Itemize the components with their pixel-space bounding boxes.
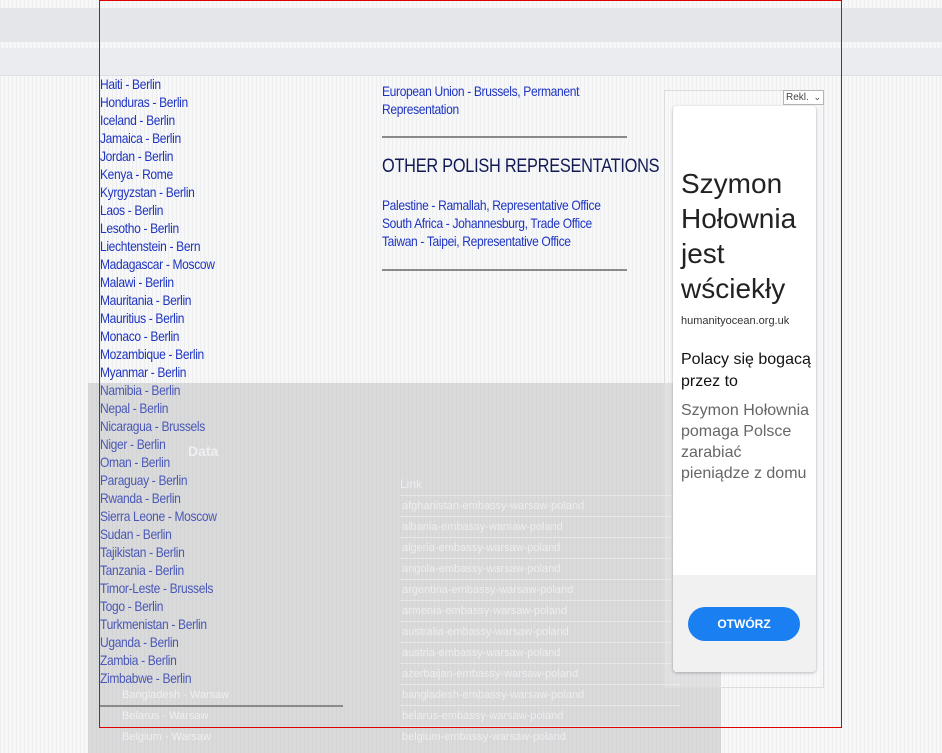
modal-link-row[interactable]: armenia-embassy-warsaw-poland — [400, 600, 680, 621]
modal-link-row[interactable]: austria-embassy-warsaw-poland — [400, 642, 680, 663]
country-link[interactable]: Monaco - Berlin — [100, 327, 324, 345]
country-link[interactable]: Jamaica - Berlin — [100, 129, 324, 147]
country-link[interactable]: Myanmar - Berlin — [100, 363, 324, 381]
eu-representation-link[interactable]: European Union - Brussels, Permanent Rep… — [382, 82, 631, 118]
ad-subhead: Polacy się bogacą przez to — [681, 351, 811, 390]
modal-link-rows: afghanistan-embassy-warsaw-poland albania… — [400, 495, 680, 747]
country-link[interactable]: Honduras - Berlin — [100, 93, 324, 111]
other-representation-link[interactable]: South Africa - Johannesburg, Trade Offic… — [382, 214, 597, 232]
ad-headline[interactable]: Szymon Hołownia jest wściekły — [681, 166, 816, 306]
modal-left-rows: Bangladesh - Warsaw Belarus - Warsaw Belgi… — [122, 685, 322, 748]
divider — [100, 705, 343, 707]
modal-link-row[interactable]: australia-embassy-warsaw-poland — [400, 621, 680, 642]
chevron-down-icon: ⌄ — [813, 92, 821, 102]
data-modal-overlay: × Data Link afghanistan-embassy-warsaw-p… — [88, 383, 721, 753]
country-link[interactable]: Malawi - Berlin — [100, 273, 324, 291]
section-title: OTHER POLISH REPRESENTATIONS — [382, 156, 660, 177]
other-representation-link[interactable]: Taiwan - Taipei, Representative Office — [382, 232, 597, 250]
other-representations-list: Palestine - Ramallah, Representative Off… — [382, 196, 632, 250]
modal-link-row[interactable]: argentina-embassy-warsaw-poland — [400, 579, 680, 600]
ad-card[interactable]: Szymon Hołownia jest wściekły humanityoc… — [673, 106, 816, 672]
ad-domain: humanityocean.org.uk — [681, 315, 790, 327]
modal-link-row[interactable]: azerbaijan-embassy-warsaw-poland — [400, 663, 680, 684]
modal-link-row[interactable]: belarus-embassy-warsaw-poland — [400, 705, 680, 726]
modal-left-row: Bangladesh - Warsaw — [122, 689, 230, 701]
country-link[interactable]: Mauritania - Berlin — [100, 291, 324, 309]
modal-link-row[interactable]: albania-embassy-warsaw-poland — [400, 516, 680, 537]
country-link[interactable]: Laos - Berlin — [100, 201, 324, 219]
country-link[interactable]: Madagascar - Moscow — [100, 255, 324, 273]
modal-link-row[interactable]: afghanistan-embassy-warsaw-poland — [400, 495, 680, 516]
country-link[interactable]: Lesotho - Berlin — [100, 219, 324, 237]
country-link[interactable]: Kenya - Rome — [100, 165, 324, 183]
modal-link-row[interactable]: algeria-embassy-warsaw-poland — [400, 537, 680, 558]
ad-choices-tag[interactable]: Rekl. ⌄ — [783, 90, 824, 105]
divider — [382, 269, 627, 271]
country-link[interactable]: Mozambique - Berlin — [100, 345, 324, 363]
modal-link-row[interactable]: angola-embassy-warsaw-poland — [400, 558, 680, 579]
modal-left-row: Belarus - Warsaw — [122, 710, 209, 722]
right-column: European Union - Brussels, Permanent Rep… — [382, 82, 660, 271]
modal-link-row[interactable]: belgium-embassy-warsaw-poland — [400, 726, 680, 747]
ad-description: Szymon Hołownia pomaga Polsce zarabiać p… — [681, 402, 810, 482]
ad-tag-label: Rekl. — [786, 92, 809, 103]
country-link[interactable]: Kyrgyzstan - Berlin — [100, 183, 324, 201]
country-link[interactable]: Liechtenstein - Bern — [100, 237, 324, 255]
country-link[interactable]: Haiti - Berlin — [100, 75, 324, 93]
modal-link-row[interactable]: bangladesh-embassy-warsaw-poland — [400, 684, 680, 705]
country-link[interactable]: Mauritius - Berlin — [100, 309, 324, 327]
top-nav-bar — [0, 8, 942, 42]
secondary-nav-bar — [0, 48, 942, 76]
link-column-header: Link — [400, 477, 423, 491]
divider — [382, 136, 627, 138]
other-representation-link[interactable]: Palestine - Ramallah, Representative Off… — [382, 196, 601, 214]
country-link[interactable]: Iceland - Berlin — [100, 111, 324, 129]
country-link[interactable]: Jordan - Berlin — [100, 147, 324, 165]
ad-open-button[interactable]: OTWÓRZ — [688, 607, 800, 641]
modal-title: Data — [188, 443, 219, 459]
modal-left-row: Belgium - Warsaw — [122, 731, 211, 743]
